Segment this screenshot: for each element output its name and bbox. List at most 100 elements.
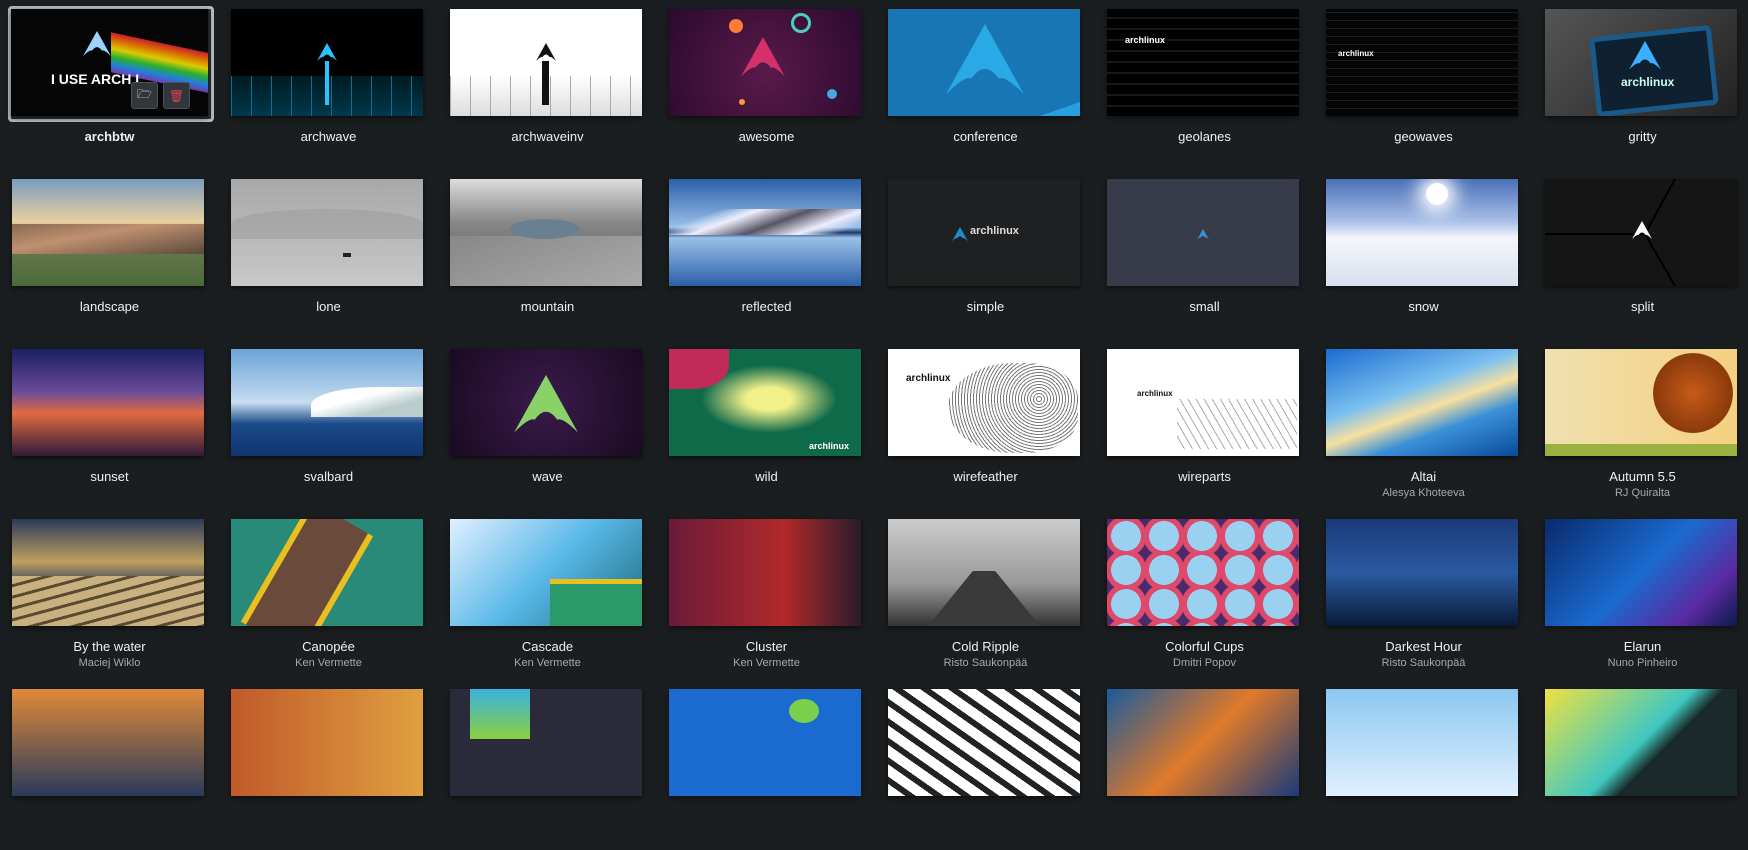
wallpaper-tile[interactable]: Elarun Nuno Pinheiro <box>1533 510 1748 680</box>
wallpaper-tile[interactable] <box>1314 680 1533 850</box>
wallpaper-preview[interactable]: archlinux <box>669 349 861 456</box>
wallpaper-preview[interactable]: archlinux <box>1107 9 1299 116</box>
wallpaper-name: small <box>1189 299 1220 314</box>
wallpaper-name: wireparts <box>1178 469 1231 484</box>
wallpaper-tile[interactable]: Cold Ripple Risto Saukonpää <box>876 510 1095 680</box>
wallpaper-name: Elarun <box>1623 639 1662 654</box>
wallpaper-tile[interactable]: mountain <box>438 170 657 340</box>
wallpaper-preview[interactable] <box>12 349 204 456</box>
wallpaper-name: geolanes <box>1178 129 1231 144</box>
wallpaper-preview[interactable]: archlinux <box>1545 9 1737 116</box>
wallpaper-preview[interactable] <box>231 349 423 456</box>
open-folder-button[interactable]: 🗁 <box>131 82 158 109</box>
wallpaper-name: Colorful Cups <box>1165 639 1244 654</box>
wallpaper-tile[interactable] <box>876 680 1095 850</box>
wallpaper-tile[interactable] <box>1095 680 1314 850</box>
wallpaper-tile[interactable]: archlinux wild <box>657 340 876 510</box>
wallpaper-author: Maciej Wiklo <box>78 657 141 669</box>
folder-icon: 🗁 <box>137 87 152 101</box>
wallpaper-name: wirefeather <box>953 469 1018 484</box>
wallpaper-name: By the water <box>73 639 146 654</box>
wallpaper-name: geowaves <box>1394 129 1453 144</box>
wallpaper-tile[interactable]: Autumn 5.5 RJ Quiralta <box>1533 340 1748 510</box>
trash-icon: 🗑 <box>168 88 185 103</box>
wallpaper-preview[interactable] <box>1326 349 1518 456</box>
wallpaper-author: Ken Vermette <box>514 657 581 669</box>
wallpaper-preview[interactable] <box>450 9 642 116</box>
wallpaper-tile[interactable]: wave <box>438 340 657 510</box>
wallpaper-name: Altai <box>1410 469 1437 484</box>
wallpaper-author: Ken Vermette <box>295 657 362 669</box>
wallpaper-name: wave <box>532 469 563 484</box>
wallpaper-tile[interactable]: landscape <box>0 170 219 340</box>
wallpaper-tile[interactable] <box>1533 680 1748 850</box>
wallpaper-tile[interactable]: Colorful Cups Dmitri Popov <box>1095 510 1314 680</box>
wallpaper-preview[interactable] <box>669 179 861 286</box>
wallpaper-preview[interactable] <box>450 349 642 456</box>
wallpaper-tile[interactable] <box>219 680 438 850</box>
wallpaper-preview[interactable]: archlinux <box>888 179 1080 286</box>
wallpaper-preview[interactable] <box>231 519 423 626</box>
wallpaper-preview[interactable] <box>1545 179 1737 286</box>
wallpaper-name: simple <box>966 299 1005 314</box>
wallpaper-preview[interactable] <box>1326 179 1518 286</box>
wallpaper-tile[interactable]: Altai Alesya Khoteeva <box>1314 340 1533 510</box>
delete-wallpaper-button[interactable]: 🗑 <box>163 82 190 109</box>
wallpaper-author: Risto Saukonpää <box>1381 657 1466 669</box>
wallpaper-preview[interactable] <box>1107 179 1299 286</box>
wallpaper-tile[interactable]: small <box>1095 170 1314 340</box>
wallpaper-preview[interactable]: archlinux <box>888 349 1080 456</box>
wallpaper-tile[interactable] <box>657 680 876 850</box>
wallpaper-preview[interactable] <box>669 9 861 116</box>
wallpaper-tile[interactable]: archwave <box>219 0 438 170</box>
wallpaper-preview[interactable] <box>1545 519 1737 626</box>
wallpaper-tile[interactable]: Cluster Ken Vermette <box>657 510 876 680</box>
wallpaper-preview[interactable] <box>231 179 423 286</box>
wallpaper-preview[interactable] <box>450 519 642 626</box>
wallpaper-preview[interactable] <box>12 179 204 286</box>
wallpaper-tile[interactable]: archlinux simple <box>876 170 1095 340</box>
wallpaper-tile[interactable]: I USE ARCH Iarchbtw 🗁 🗑 <box>0 0 219 170</box>
wallpaper-preview[interactable] <box>888 519 1080 626</box>
wallpaper-name: conference <box>953 129 1018 144</box>
wallpaper-preview[interactable] <box>450 179 642 286</box>
wallpaper-tile[interactable]: archlinux wireparts <box>1095 340 1314 510</box>
wallpaper-tile[interactable]: Canopée Ken Vermette <box>219 510 438 680</box>
wallpaper-tile[interactable]: awesome <box>657 0 876 170</box>
wallpaper-preview[interactable]: archlinux <box>1326 9 1518 116</box>
wallpaper-tile[interactable]: Cascade Ken Vermette <box>438 510 657 680</box>
wallpaper-tile[interactable]: snow <box>1314 170 1533 340</box>
wallpaper-preview[interactable] <box>12 519 204 626</box>
wallpaper-name: archwave <box>300 129 357 144</box>
wallpaper-name: landscape <box>79 299 140 314</box>
wallpaper-name: snow <box>1408 299 1439 314</box>
wallpaper-tile[interactable]: lone <box>219 170 438 340</box>
wallpaper-tile[interactable]: archlinux geolanes <box>1095 0 1314 170</box>
wallpaper-tile[interactable]: Darkest Hour Risto Saukonpää <box>1314 510 1533 680</box>
wallpaper-name: Autumn 5.5 <box>1609 469 1676 484</box>
wallpaper-preview[interactable] <box>1107 519 1299 626</box>
wallpaper-tile[interactable] <box>438 680 657 850</box>
wallpaper-name: gritty <box>1628 129 1657 144</box>
wallpaper-tile[interactable]: split <box>1533 170 1748 340</box>
wallpaper-tile[interactable]: archlinux gritty <box>1533 0 1748 170</box>
wallpaper-preview[interactable] <box>888 9 1080 116</box>
wallpaper-author: Risto Saukonpää <box>943 657 1028 669</box>
wallpaper-tile[interactable]: archwaveinv <box>438 0 657 170</box>
wallpaper-preview[interactable] <box>1545 349 1737 456</box>
wallpaper-tile[interactable]: sunset <box>0 340 219 510</box>
wallpaper-preview[interactable] <box>669 519 861 626</box>
wallpaper-preview[interactable]: archlinux <box>1107 349 1299 456</box>
wallpaper-tile[interactable]: conference <box>876 0 1095 170</box>
wallpaper-tile[interactable] <box>0 680 219 850</box>
wallpaper-preview[interactable] <box>1326 519 1518 626</box>
wallpaper-name: reflected <box>741 299 792 314</box>
wallpaper-tile[interactable]: By the water Maciej Wiklo <box>0 510 219 680</box>
wallpaper-tile[interactable]: svalbard <box>219 340 438 510</box>
wallpaper-tile[interactable]: archlinux wirefeather <box>876 340 1095 510</box>
wallpaper-preview[interactable] <box>231 9 423 116</box>
wallpaper-tile[interactable]: archlinux geowaves <box>1314 0 1533 170</box>
wallpaper-name: Darkest Hour <box>1385 639 1462 654</box>
wallpaper-name: sunset <box>90 469 129 484</box>
wallpaper-tile[interactable]: reflected <box>657 170 876 340</box>
